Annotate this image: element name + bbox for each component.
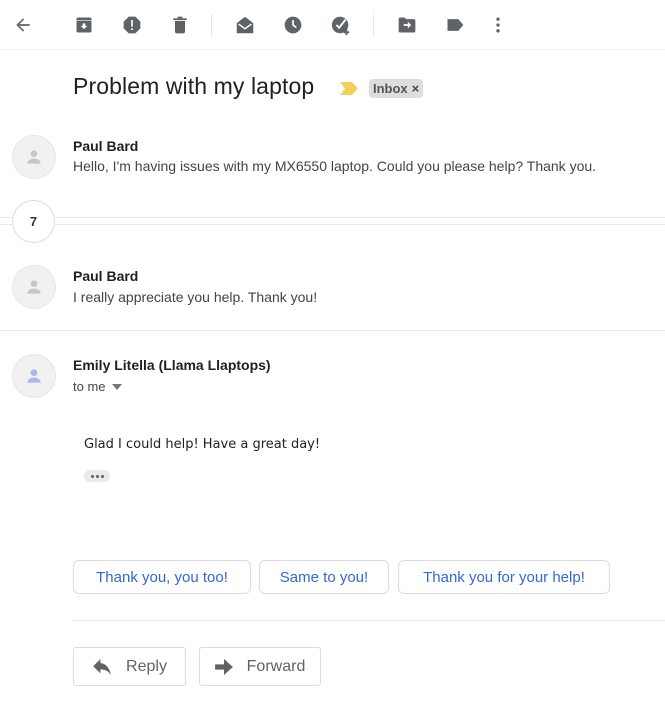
reply-icon bbox=[93, 658, 111, 675]
toolbar-divider bbox=[0, 49, 665, 50]
smart-reply-chip[interactable]: Thank you, you too! bbox=[73, 560, 251, 594]
inbox-label-text: Inbox bbox=[373, 81, 408, 96]
collapsed-divider bbox=[0, 224, 665, 225]
person-icon bbox=[27, 369, 41, 383]
thread-subject: Problem with my laptop bbox=[73, 73, 315, 99]
important-marker-icon[interactable] bbox=[340, 82, 358, 100]
message-body: Glad I could help! Have a great day! bbox=[84, 437, 321, 452]
label-icon[interactable] bbox=[443, 13, 467, 37]
message-divider bbox=[0, 330, 665, 331]
person-icon bbox=[27, 280, 41, 294]
avatar bbox=[12, 265, 56, 309]
reply-label: Reply bbox=[126, 657, 167, 675]
recipient-details[interactable]: to me bbox=[73, 379, 122, 394]
more-options-icon[interactable] bbox=[486, 13, 510, 37]
actions-divider bbox=[73, 620, 665, 621]
remove-label-button[interactable]: × bbox=[412, 81, 420, 96]
smart-reply-chip[interactable]: Same to you! bbox=[259, 560, 389, 594]
forward-icon bbox=[214, 658, 233, 675]
mark-unread-icon[interactable] bbox=[233, 13, 257, 37]
smart-reply-chip[interactable]: Thank you for your help! bbox=[398, 560, 610, 594]
sender-name: Paul Bard bbox=[73, 138, 139, 154]
show-trimmed-content-button[interactable] bbox=[84, 470, 110, 482]
sender-name: Paul Bard bbox=[73, 268, 139, 284]
forward-label: Forward bbox=[246, 657, 306, 675]
toolbar-separator bbox=[373, 14, 374, 36]
reply-button[interactable]: Reply bbox=[73, 647, 186, 686]
message-snippet: I really appreciate you help. Thank you! bbox=[73, 289, 318, 305]
add-to-tasks-icon[interactable] bbox=[329, 13, 353, 37]
recipient-text: to me bbox=[73, 379, 106, 394]
archive-icon[interactable] bbox=[72, 13, 96, 37]
person-icon bbox=[27, 150, 41, 164]
report-spam-icon[interactable] bbox=[120, 13, 144, 37]
dropdown-arrow-icon[interactable] bbox=[111, 383, 122, 390]
collapsed-messages-count[interactable]: 7 bbox=[12, 200, 55, 243]
move-to-icon[interactable] bbox=[395, 13, 419, 37]
snooze-icon[interactable] bbox=[281, 13, 305, 37]
toolbar-separator bbox=[211, 14, 212, 36]
forward-button[interactable]: Forward bbox=[199, 647, 321, 686]
avatar bbox=[12, 354, 56, 398]
collapsed-divider bbox=[0, 217, 665, 218]
avatar bbox=[12, 135, 56, 179]
sender-name: Emily Litella (Llama Llaptops) bbox=[73, 357, 271, 373]
delete-icon[interactable] bbox=[168, 13, 192, 37]
back-icon[interactable] bbox=[11, 13, 35, 37]
message-snippet: Hello, I'm having issues with my MX6550 … bbox=[73, 158, 597, 174]
inbox-label: Inbox × bbox=[369, 79, 424, 98]
